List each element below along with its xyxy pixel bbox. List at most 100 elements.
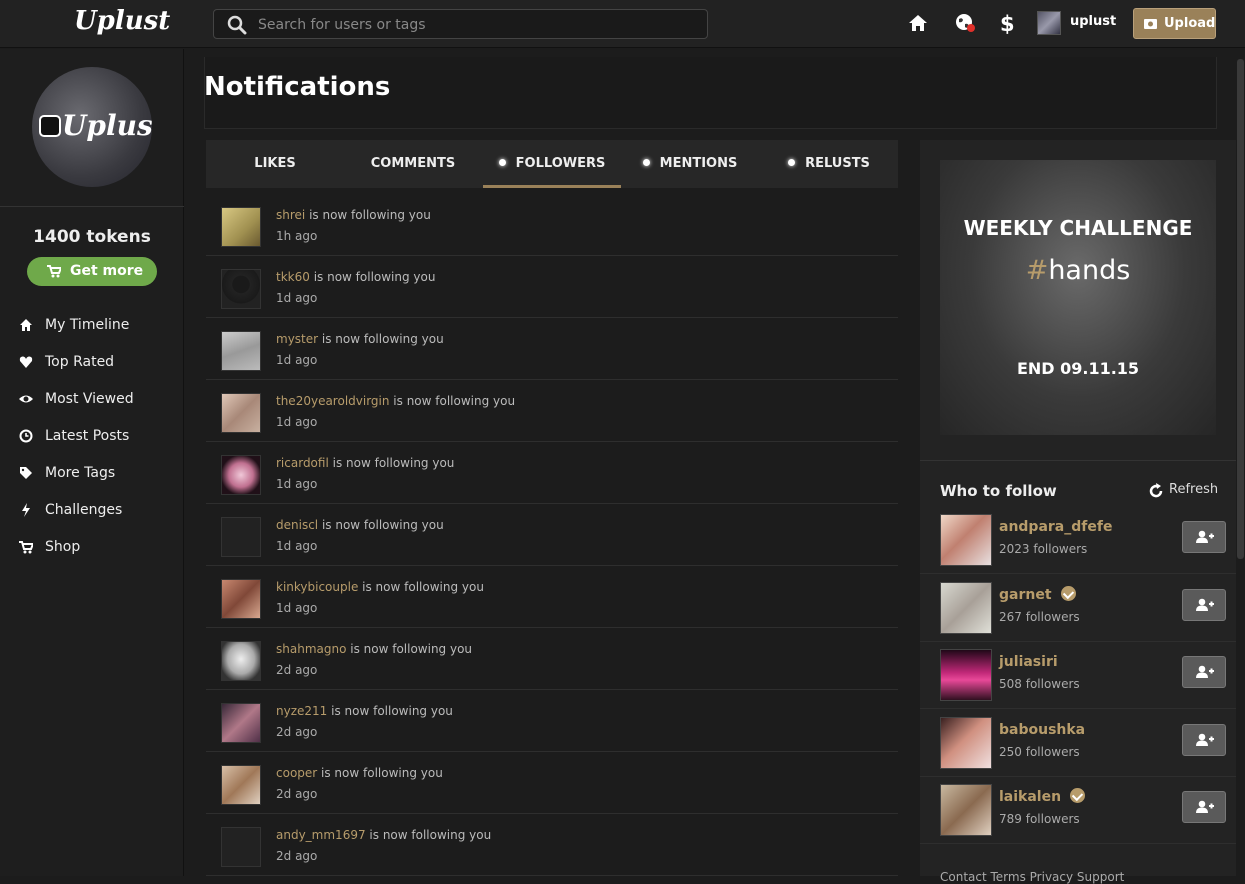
username-link[interactable]: deniscl xyxy=(276,518,318,532)
uplust-logo[interactable]: Uplust xyxy=(74,6,170,36)
camera-icon xyxy=(39,115,61,137)
avatar[interactable] xyxy=(221,331,261,371)
add-user-icon xyxy=(1196,665,1214,678)
follow-button[interactable] xyxy=(1182,791,1226,823)
verified-badge-icon xyxy=(1070,787,1086,803)
tab-relusts[interactable]: RELUSTS xyxy=(760,140,898,188)
username-link[interactable]: cooper xyxy=(276,766,317,780)
list-item: kinkybicouple is now following you 1d ag… xyxy=(206,566,898,628)
tab-mentions[interactable]: MENTIONS xyxy=(621,140,759,188)
username-link[interactable]: myster xyxy=(276,332,318,346)
follow-text: is now following you xyxy=(327,704,453,718)
search-input[interactable] xyxy=(258,14,698,36)
upload-button[interactable]: Upload xyxy=(1133,8,1216,39)
sidebar-item-most-viewed[interactable]: Most Viewed xyxy=(0,389,184,426)
get-more-button[interactable]: Get more xyxy=(27,257,157,286)
timestamp: 1d ago xyxy=(276,291,318,305)
tab-label: LIKES xyxy=(254,156,296,171)
refresh-button[interactable]: Refresh xyxy=(1149,482,1218,498)
suggestion-name[interactable]: andpara_dfefe xyxy=(999,519,1112,535)
footer-links[interactable]: Contact Terms Privacy Support xyxy=(940,870,1124,884)
dollar-icon[interactable]: $ xyxy=(996,12,1018,34)
tab-comments[interactable]: COMMENTS xyxy=(344,140,482,188)
follow-button[interactable] xyxy=(1182,656,1226,688)
follower-count: 508 followers xyxy=(999,677,1080,691)
username-link[interactable]: ricardofil xyxy=(276,456,329,470)
left-sidebar: Uplust 1400 tokens Get more My Timeline … xyxy=(0,49,184,876)
sidebar-item-top-rated[interactable]: Top Rated xyxy=(0,352,184,389)
tab-followers[interactable]: FOLLOWERS xyxy=(483,140,621,188)
avatar[interactable] xyxy=(221,455,261,495)
avatar[interactable] xyxy=(221,641,261,681)
token-balance: 1400 tokens xyxy=(33,227,151,247)
username-link[interactable]: uplust xyxy=(1070,14,1116,29)
avatar[interactable] xyxy=(940,649,992,701)
username-link[interactable]: shahmagno xyxy=(276,642,346,656)
challenge-title: WEEKLY CHALLENGE xyxy=(963,216,1193,240)
suggestion-row: baboushka 250 followers xyxy=(920,710,1236,777)
avatar[interactable] xyxy=(940,784,992,836)
sidebar-item-latest-posts[interactable]: Latest Posts xyxy=(0,426,184,463)
follow-text: is now following you xyxy=(318,518,444,532)
avatar[interactable] xyxy=(221,269,261,309)
suggestion-name[interactable]: garnet xyxy=(999,585,1076,603)
avatar[interactable] xyxy=(221,765,261,805)
notification-text: shrei is now following you xyxy=(276,208,431,222)
profile-picture[interactable]: Uplust xyxy=(32,67,152,187)
avatar[interactable] xyxy=(221,207,261,247)
follower-count: 250 followers xyxy=(999,745,1080,759)
avatar[interactable] xyxy=(940,717,992,769)
follow-button[interactable] xyxy=(1182,589,1226,621)
camera-icon xyxy=(1144,19,1157,29)
tag-icon xyxy=(20,467,32,479)
list-item: shahmagno is now following you 2d ago xyxy=(206,628,898,690)
avatar[interactable] xyxy=(221,703,261,743)
username-link[interactable]: tkk60 xyxy=(276,270,310,284)
follow-button[interactable] xyxy=(1182,521,1226,553)
add-user-icon xyxy=(1196,598,1214,611)
eye-icon xyxy=(19,395,33,403)
username-link[interactable]: kinkybicouple xyxy=(276,580,358,594)
divider xyxy=(0,206,184,207)
sidebar-item-more-tags[interactable]: More Tags xyxy=(0,463,184,500)
scrollbar[interactable] xyxy=(1236,49,1245,876)
suggestion-name[interactable]: baboushka xyxy=(999,722,1085,738)
avatar[interactable] xyxy=(221,517,261,557)
suggestion-name[interactable]: laikalen xyxy=(999,787,1086,805)
sidebar-item-my-timeline[interactable]: My Timeline xyxy=(0,315,184,352)
sidebar-item-shop[interactable]: Shop xyxy=(0,537,184,574)
get-more-label: Get more xyxy=(70,263,144,279)
tab-likes[interactable]: LIKES xyxy=(206,140,344,188)
home-icon[interactable] xyxy=(907,12,929,34)
suggestion-name[interactable]: juliasiri xyxy=(999,654,1058,670)
username-link[interactable]: andy_mm1697 xyxy=(276,828,366,842)
globe-notification-icon[interactable] xyxy=(954,12,976,34)
bolt-icon xyxy=(22,503,30,517)
avatar[interactable] xyxy=(221,393,261,433)
sidebar-item-challenges[interactable]: Challenges xyxy=(0,500,184,537)
sidebar-item-label: Most Viewed xyxy=(45,391,134,407)
user-avatar[interactable] xyxy=(1037,11,1061,35)
follow-text: is now following you xyxy=(318,332,444,346)
avatar[interactable] xyxy=(221,827,261,867)
search-bar[interactable] xyxy=(213,9,708,39)
suggestion-row: laikalen 789 followers xyxy=(920,777,1236,844)
avatar[interactable] xyxy=(940,582,992,634)
add-user-icon xyxy=(1196,800,1214,813)
new-dot-icon xyxy=(498,159,506,166)
top-navbar: Uplust $ uplust Upload xyxy=(0,0,1245,48)
notification-text: tkk60 is now following you xyxy=(276,270,435,284)
new-dot-icon xyxy=(788,159,796,166)
list-item: andy_mm1697 is now following you 2d ago xyxy=(206,814,898,876)
scrollbar-thumb[interactable] xyxy=(1237,59,1244,559)
avatar[interactable] xyxy=(221,579,261,619)
timestamp: 1d ago xyxy=(276,415,318,429)
avatar[interactable] xyxy=(940,514,992,566)
username-link[interactable]: nyze211 xyxy=(276,704,327,718)
follow-button[interactable] xyxy=(1182,724,1226,756)
weekly-challenge-banner[interactable]: WEEKLY CHALLENGE #hands END 09.11.15 xyxy=(940,160,1216,435)
tab-label: MENTIONS xyxy=(659,156,738,171)
username-link[interactable]: shrei xyxy=(276,208,305,222)
profile-logo-text: Uplust xyxy=(62,109,152,142)
username-link[interactable]: the20yearoldvirgin xyxy=(276,394,389,408)
